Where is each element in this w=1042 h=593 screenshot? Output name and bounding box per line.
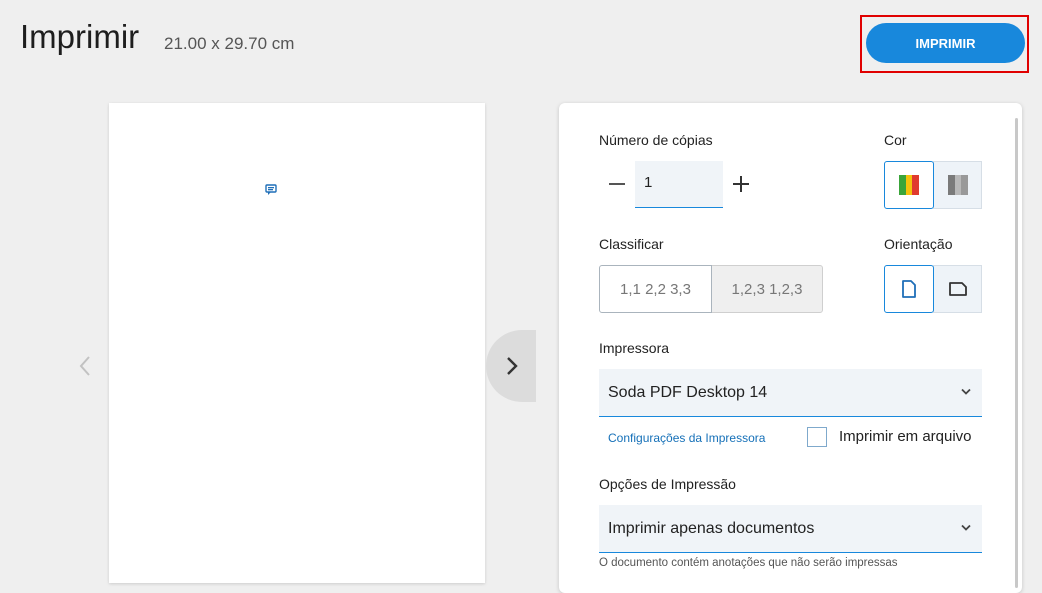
chevron-right-icon [507, 357, 518, 375]
collate-option-1[interactable]: 1,1 2,2 3,3 [599, 265, 712, 313]
annotations-note: O documento contém anotações que não ser… [599, 557, 898, 569]
collate-label: Classificar [599, 236, 664, 252]
printer-label: Impressora [599, 340, 670, 356]
printer-settings-link[interactable]: Configurações da Impressora [608, 431, 765, 445]
print-button[interactable]: IMPRIMIR [866, 23, 1025, 63]
comment-icon [265, 183, 277, 195]
copies-label: Número de cópias [599, 132, 713, 148]
page-dimensions: 21.00 x 29.70 cm [164, 34, 295, 53]
print-options-label: Opções de Impressão [599, 476, 736, 492]
chevron-left-icon [79, 356, 90, 376]
color-label: Cor [884, 132, 907, 148]
portrait-icon [902, 280, 916, 298]
landscape-option-button[interactable] [933, 265, 982, 313]
printer-select[interactable]: Soda PDF Desktop 14 [599, 369, 982, 417]
grayscale-option-button[interactable] [933, 161, 982, 209]
panel-scrollbar[interactable] [1015, 118, 1018, 588]
portrait-option-button[interactable] [884, 265, 934, 313]
landscape-icon [948, 282, 967, 296]
printer-select-value: Soda PDF Desktop 14 [608, 383, 768, 401]
collate-option-2[interactable]: 1,2,3 1,2,3 [711, 265, 823, 313]
chevron-down-icon [961, 524, 971, 531]
next-page-button[interactable] [486, 330, 536, 402]
increment-copies-button[interactable] [733, 176, 749, 192]
orientation-label: Orientação [884, 236, 953, 252]
print-to-file-label[interactable]: Imprimir em arquivo [839, 428, 972, 445]
print-options-select[interactable]: Imprimir apenas documentos [599, 505, 982, 553]
color-icon [899, 175, 919, 195]
print-options-select-value: Imprimir apenas documentos [608, 519, 815, 537]
page-preview [109, 103, 485, 583]
copies-input[interactable] [635, 161, 723, 208]
color-option-button[interactable] [884, 161, 934, 209]
grayscale-icon [947, 175, 968, 195]
chevron-down-icon [961, 388, 971, 395]
print-to-file-checkbox[interactable] [807, 427, 827, 447]
previous-page-button[interactable] [74, 352, 96, 380]
decrement-copies-button[interactable] [609, 183, 625, 185]
page-title: Imprimir [20, 18, 140, 55]
